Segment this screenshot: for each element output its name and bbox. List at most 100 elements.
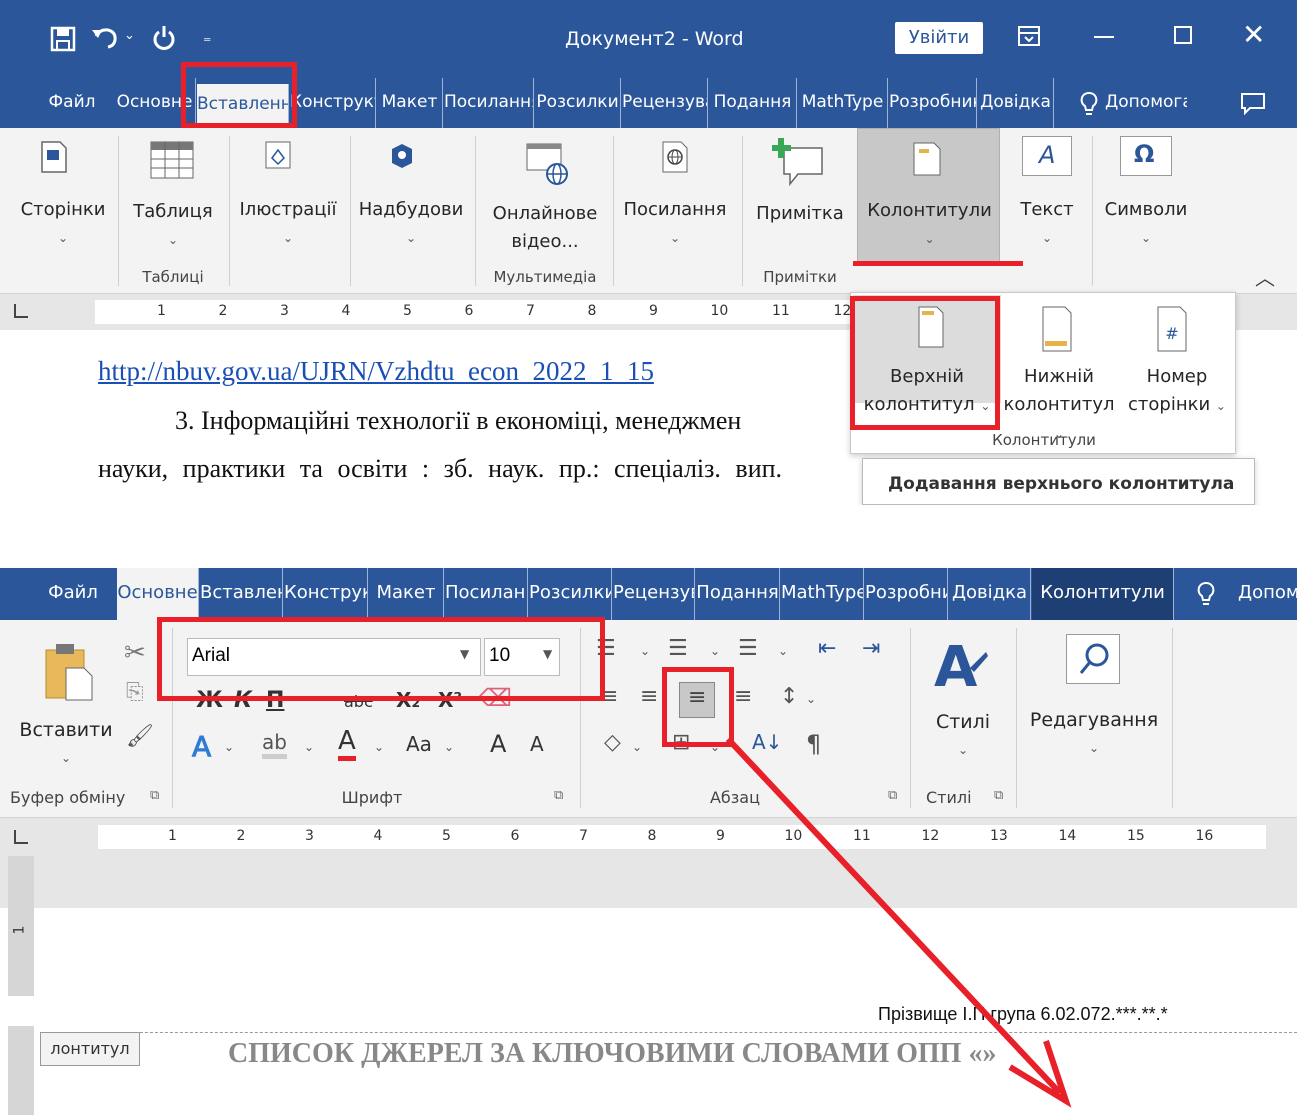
table-button[interactable]: Таблиця ⌄ <box>125 198 221 254</box>
tab-design[interactable]: Конструктор <box>290 78 376 128</box>
tab-file[interactable]: Файл <box>30 78 114 128</box>
header-footer-chevron-icon: ⌄ <box>924 232 935 246</box>
comments-icon[interactable] <box>1240 92 1266 116</box>
dropdown-group-label: Колонтитули <box>992 431 1096 449</box>
table-icon <box>150 141 194 179</box>
text-icon: A <box>1022 136 1072 176</box>
signin-button[interactable]: Увійти <box>895 22 983 54</box>
ruler-number: 6 <box>464 303 474 319</box>
svg-text:#: # <box>1165 324 1178 343</box>
word-window-insert-tab: ⌄ ₌ Документ2 - Word Увійти ✕ Файл Основ… <box>0 0 1297 505</box>
illustrations-button[interactable]: Ілюстрації ⌄ <box>234 196 342 252</box>
footer-label-2: колонтитул <box>1003 394 1115 415</box>
page-number-icon: # <box>1157 306 1187 352</box>
illustrations-label: Ілюстрації <box>239 199 337 220</box>
symbols-button[interactable]: Символи ⌄ <box>1096 196 1196 252</box>
tab-references[interactable]: Посилання <box>444 78 534 128</box>
tab-layout[interactable]: Макет <box>377 78 443 128</box>
addins-chevron-icon: ⌄ <box>405 231 417 245</box>
maximize-icon[interactable] <box>1174 26 1192 44</box>
ruler-number: 9 <box>649 303 658 319</box>
insert-ribbon: Сторінки ⌄ Таблиця ⌄ Таблиці Ілюстрації … <box>0 128 1297 294</box>
collapse-ribbon-icon[interactable]: ︿ <box>1255 262 1275 291</box>
addins-label: Надбудови <box>358 199 464 220</box>
tab-tell-me[interactable]: Допомога <box>1105 78 1187 128</box>
ruler-number: 10 <box>710 303 729 319</box>
ruler-number: 5 <box>403 303 412 319</box>
document-link[interactable]: http://nbuv.gov.ua/UJRN/Vzhdtu_econ_2022… <box>98 356 654 387</box>
page-number-label-1: Номер <box>1146 366 1208 387</box>
table-label: Таблиця <box>133 201 213 222</box>
addins-button[interactable]: Надбудови ⌄ <box>355 196 467 252</box>
ruler-white-area <box>95 300 855 324</box>
ruler-number: 4 <box>341 303 351 319</box>
tab-review[interactable]: Рецензування <box>622 78 708 128</box>
pages-icon <box>41 141 67 173</box>
illustrations-icon <box>265 141 291 169</box>
customize-toolbar-icon[interactable]: ₌ <box>203 27 211 46</box>
page-number-label-2: сторінки <box>1128 394 1211 415</box>
tab-view[interactable]: Подання <box>709 78 797 128</box>
word-window-home-tab: Файл Основне Вставлення Конструктор Маке… <box>0 555 1297 1115</box>
document-text-line-2: науки, практики та освіти : зб. наук. пр… <box>98 454 783 483</box>
undo-icon[interactable] <box>90 24 120 52</box>
symbols-chevron-icon: ⌄ <box>1140 231 1152 245</box>
minimize-icon[interactable] <box>1094 36 1114 38</box>
lightbulb-icon[interactable] <box>1080 91 1098 117</box>
ruler-number: 2 <box>218 303 228 319</box>
online-video-icon <box>526 143 568 185</box>
close-icon[interactable]: ✕ <box>1242 18 1265 51</box>
tooltip: Додавання верхнього колонтитула <box>862 458 1255 505</box>
header-footer-button[interactable]: Колонтитули ⌄ <box>857 128 1000 264</box>
annotation-arrow <box>725 736 1072 1108</box>
links-label: Посилання <box>623 199 727 220</box>
ruler-number: 3 <box>280 303 289 319</box>
ruler-number: 7 <box>526 303 535 319</box>
tab-mathtype[interactable]: MathType <box>798 78 888 128</box>
tab-selector-icon[interactable] <box>14 304 28 318</box>
text-label: Текст <box>1020 199 1074 220</box>
screenshot-root: ⌄ ₌ Документ2 - Word Увійти ✕ Файл Основ… <box>0 0 1297 1115</box>
window-title: Документ2 - Word <box>565 28 744 50</box>
comment-icon <box>772 138 823 187</box>
document-text-line-1: 3. Інформаційні технології в економіці, … <box>175 406 742 435</box>
online-video-button[interactable]: Онлайнове відео... <box>482 200 608 256</box>
tables-group-label: Таблиці <box>142 268 204 286</box>
tab-mailings[interactable]: Розсилки <box>535 78 621 128</box>
redo-icon[interactable] <box>150 24 178 52</box>
footer-icon <box>1042 306 1072 352</box>
tab-help[interactable]: Довідка <box>978 78 1054 128</box>
undo-chevron-icon[interactable]: ⌄ <box>124 28 135 43</box>
online-video-label-1: Онлайнове <box>492 203 598 224</box>
links-icon <box>662 141 688 173</box>
ribbon-display-icon[interactable] <box>1017 25 1041 47</box>
ruler-number: 1 <box>157 303 166 319</box>
symbols-icon: Ω <box>1120 136 1172 176</box>
ruler-number: 8 <box>587 303 597 319</box>
ruler-number: 12 <box>833 303 852 319</box>
media-group-label: Мультимедіа <box>493 268 597 286</box>
header-footer-label: Колонтитули <box>867 200 992 221</box>
comments-group-label: Примітки <box>763 268 837 286</box>
symbols-label: Символи <box>1104 199 1188 220</box>
tab-developer[interactable]: Розробник <box>889 78 977 128</box>
pages-button[interactable]: Сторінки ⌄ <box>15 196 111 252</box>
footer-label-1: Нижній <box>1024 366 1094 387</box>
comment-button[interactable]: Примітка <box>750 200 850 228</box>
ruler-number: 11 <box>772 303 790 319</box>
links-button[interactable]: Посилання ⌄ <box>618 196 732 252</box>
illustrations-chevron-icon: ⌄ <box>282 231 294 245</box>
addins-icon <box>392 144 412 168</box>
online-video-label-2: відео... <box>511 231 579 252</box>
annotation-header-box <box>850 296 1000 430</box>
text-button[interactable]: Текст ⌄ <box>1008 196 1086 252</box>
save-icon[interactable] <box>50 26 76 52</box>
annotation-underline <box>853 261 1023 266</box>
pages-label: Сторінки <box>20 199 106 220</box>
pages-chevron-icon: ⌄ <box>57 231 69 245</box>
annotation-insert-tab-box <box>181 62 297 128</box>
page-number-button[interactable]: Номер сторінки ⌄ <box>1119 363 1235 420</box>
links-chevron-icon: ⌄ <box>669 231 681 245</box>
header-footer-icon <box>913 142 941 176</box>
text-chevron-icon: ⌄ <box>1041 231 1053 245</box>
